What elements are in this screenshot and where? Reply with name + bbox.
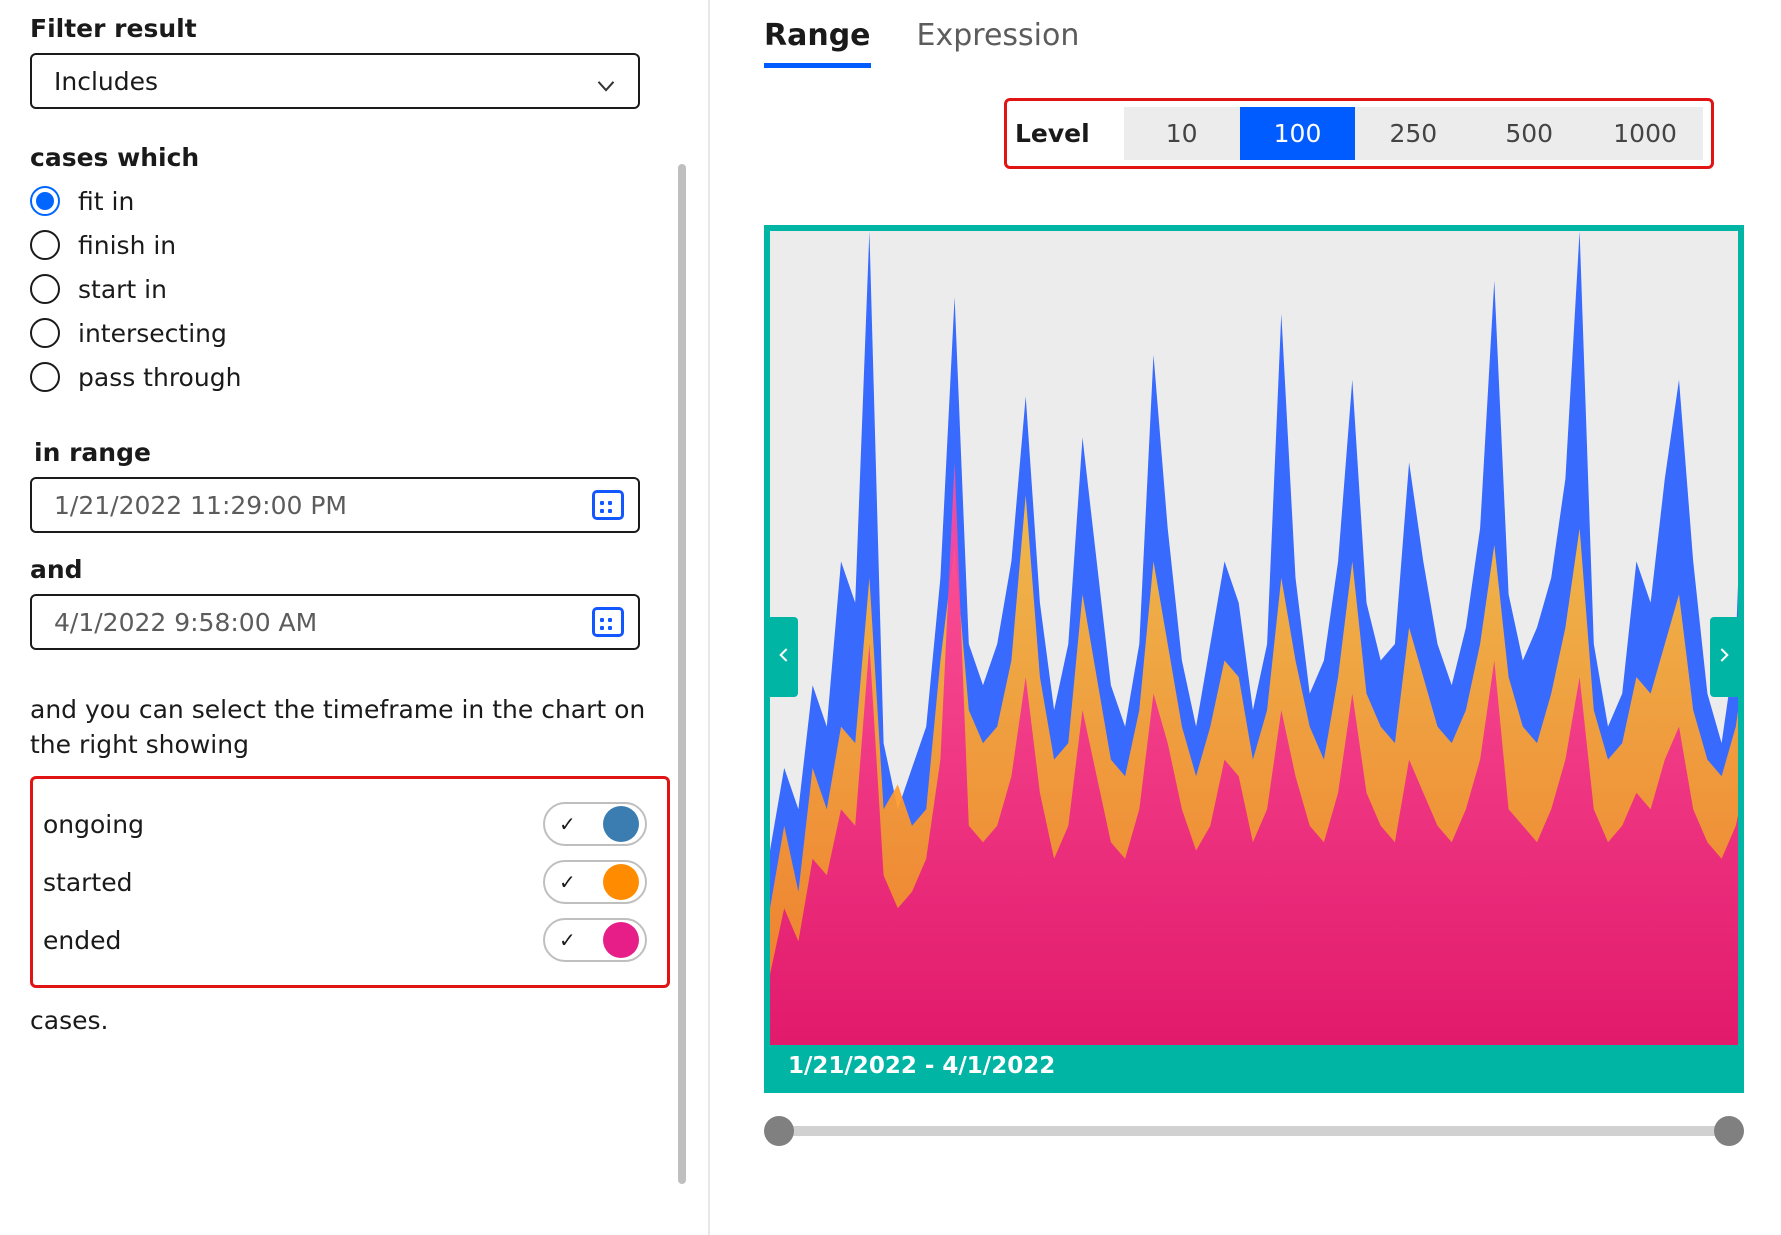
radio-label: intersecting xyxy=(78,319,227,348)
range-to-field[interactable]: 4/1/2022 9:58:00 AM xyxy=(30,594,640,650)
filter-result-label: Filter result xyxy=(30,14,678,43)
radio-label: finish in xyxy=(78,231,176,260)
radio-label: pass through xyxy=(78,363,241,392)
radio-icon xyxy=(30,274,60,304)
toggle-knob xyxy=(603,922,639,958)
toggle-switch[interactable]: ✓ xyxy=(543,860,647,904)
chart-range-band: 1/21/2022 - 4/1/2022 xyxy=(770,1045,1738,1087)
cases-which-label: cases which xyxy=(30,143,678,172)
range-from-field[interactable]: 1/21/2022 11:29:00 PM xyxy=(30,477,640,533)
toggle-knob xyxy=(603,806,639,842)
filter-result-value: Includes xyxy=(54,67,158,96)
level-option-10[interactable]: 10 xyxy=(1124,107,1240,160)
radio-option-fit-in[interactable]: fit in xyxy=(30,186,678,216)
radio-icon xyxy=(30,186,60,216)
radio-option-start-in[interactable]: start in xyxy=(30,274,678,304)
level-option-100[interactable]: 100 xyxy=(1240,107,1356,160)
chart-nav-right[interactable] xyxy=(1710,617,1738,697)
tab-expression[interactable]: Expression xyxy=(917,18,1080,68)
radio-icon xyxy=(30,318,60,348)
and-label: and xyxy=(30,555,678,584)
series-toggle-started: started ✓ xyxy=(43,853,647,911)
cases-word: cases. xyxy=(30,1006,678,1035)
toggle-switch[interactable]: ✓ xyxy=(543,918,647,962)
series-toggle-group: ongoing ✓ started ✓ ended ✓ xyxy=(30,776,670,988)
range-to-value: 4/1/2022 9:58:00 AM xyxy=(54,608,317,637)
radio-option-pass-through[interactable]: pass through xyxy=(30,362,678,392)
toggle-label: ongoing xyxy=(43,810,144,839)
toggle-label: started xyxy=(43,868,132,897)
radio-option-finish-in[interactable]: finish in xyxy=(30,230,678,260)
chevron-left-icon xyxy=(776,643,792,672)
chart-nav-left[interactable] xyxy=(770,617,798,697)
helper-text: and you can select the timeframe in the … xyxy=(30,692,650,762)
slider-track xyxy=(764,1126,1744,1136)
toggle-label: ended xyxy=(43,926,121,955)
chart-range-text: 1/21/2022 - 4/1/2022 xyxy=(788,1053,1055,1079)
scrollbar[interactable] xyxy=(678,164,686,1184)
chevron-right-icon xyxy=(1716,643,1732,672)
in-range-label: in range xyxy=(34,438,678,467)
timeframe-chart[interactable]: 1/21/2022 - 4/1/2022 xyxy=(764,225,1744,1093)
level-selector: Level 101002505001000 xyxy=(1004,98,1714,169)
range-from-value: 1/21/2022 11:29:00 PM xyxy=(54,491,347,520)
radio-label: start in xyxy=(78,275,167,304)
slider-thumb-start[interactable] xyxy=(764,1116,794,1146)
calendar-icon[interactable] xyxy=(592,490,624,520)
check-icon: ✓ xyxy=(559,928,576,952)
toggle-knob xyxy=(603,864,639,900)
level-option-1000[interactable]: 1000 xyxy=(1587,107,1703,160)
level-option-250[interactable]: 250 xyxy=(1355,107,1471,160)
tab-range[interactable]: Range xyxy=(764,18,871,68)
level-option-500[interactable]: 500 xyxy=(1471,107,1587,160)
radio-option-intersecting[interactable]: intersecting xyxy=(30,318,678,348)
check-icon: ✓ xyxy=(559,870,576,894)
level-label: Level xyxy=(1015,119,1090,148)
radio-icon xyxy=(30,230,60,260)
chevron-down-icon xyxy=(596,73,616,93)
slider-thumb-end[interactable] xyxy=(1714,1116,1744,1146)
check-icon: ✓ xyxy=(559,812,576,836)
toggle-switch[interactable]: ✓ xyxy=(543,802,647,846)
filter-result-select[interactable]: Includes xyxy=(30,53,640,109)
radio-label: fit in xyxy=(78,187,134,216)
series-toggle-ongoing: ongoing ✓ xyxy=(43,795,647,853)
calendar-icon[interactable] xyxy=(592,607,624,637)
timeframe-slider[interactable] xyxy=(764,1119,1744,1143)
series-toggle-ended: ended ✓ xyxy=(43,911,647,969)
radio-icon xyxy=(30,362,60,392)
